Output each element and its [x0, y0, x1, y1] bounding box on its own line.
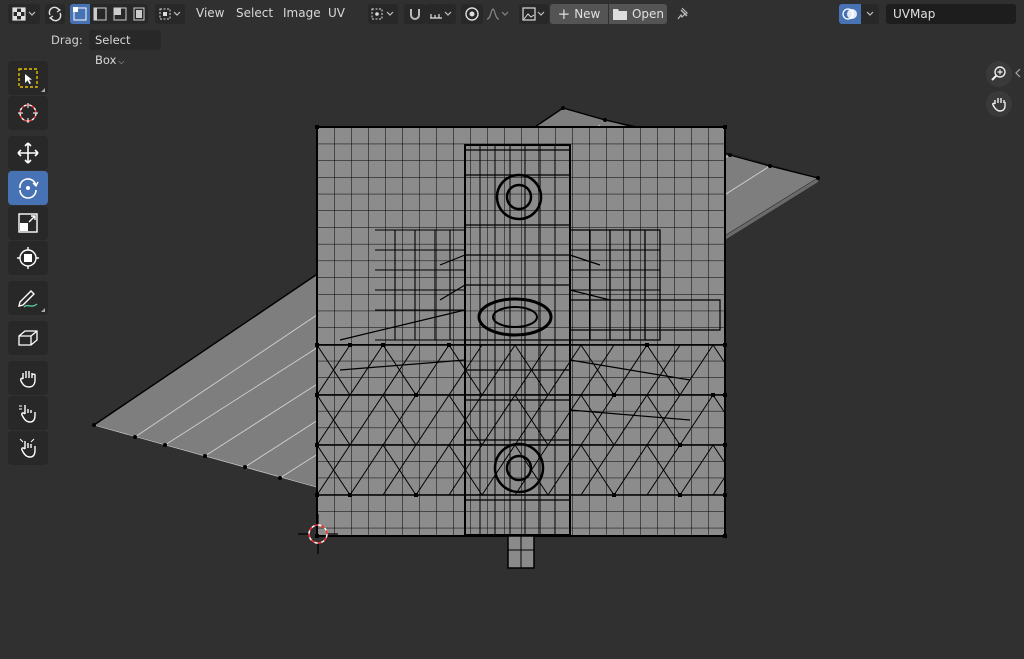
tool-move[interactable]	[8, 136, 48, 170]
tool-pinch[interactable]	[8, 431, 48, 465]
annotate-pencil-icon	[18, 290, 38, 308]
tool-scale[interactable]	[8, 206, 48, 240]
hand-icon	[992, 98, 1006, 112]
tool-rip-region[interactable]	[8, 321, 48, 355]
tool-transform[interactable]	[8, 241, 48, 275]
select-box-icon	[18, 68, 38, 88]
more-tools-indicator	[41, 88, 45, 92]
tool-rotate[interactable]	[8, 171, 48, 205]
sidebar-toggle-arrow[interactable]	[1014, 66, 1022, 83]
tool-select-box[interactable]	[8, 61, 48, 95]
move-icon	[17, 142, 39, 164]
tool-relax[interactable]	[8, 396, 48, 430]
more-tools-indicator	[41, 308, 45, 312]
zoom-button[interactable]	[986, 61, 1012, 87]
uv-image-area[interactable]	[316, 126, 726, 537]
chevron-left-icon	[1015, 68, 1021, 78]
uv-viewport[interactable]	[0, 0, 1024, 659]
tool-annotate[interactable]	[8, 281, 48, 315]
tool-grab[interactable]	[8, 361, 48, 395]
rip-region-icon	[18, 330, 38, 346]
zoom-icon	[991, 66, 1006, 81]
cursor-icon	[18, 103, 38, 123]
pan-button[interactable]	[986, 91, 1012, 117]
grab-hand-icon	[20, 371, 36, 388]
pinch-hand-icon	[19, 438, 36, 458]
tool-cursor[interactable]	[8, 96, 48, 130]
relax-hand-icon	[19, 405, 36, 423]
rotate-icon	[19, 178, 39, 199]
transform-icon	[17, 247, 39, 269]
scale-icon	[18, 213, 38, 233]
uv-island-tab[interactable]	[507, 535, 535, 569]
